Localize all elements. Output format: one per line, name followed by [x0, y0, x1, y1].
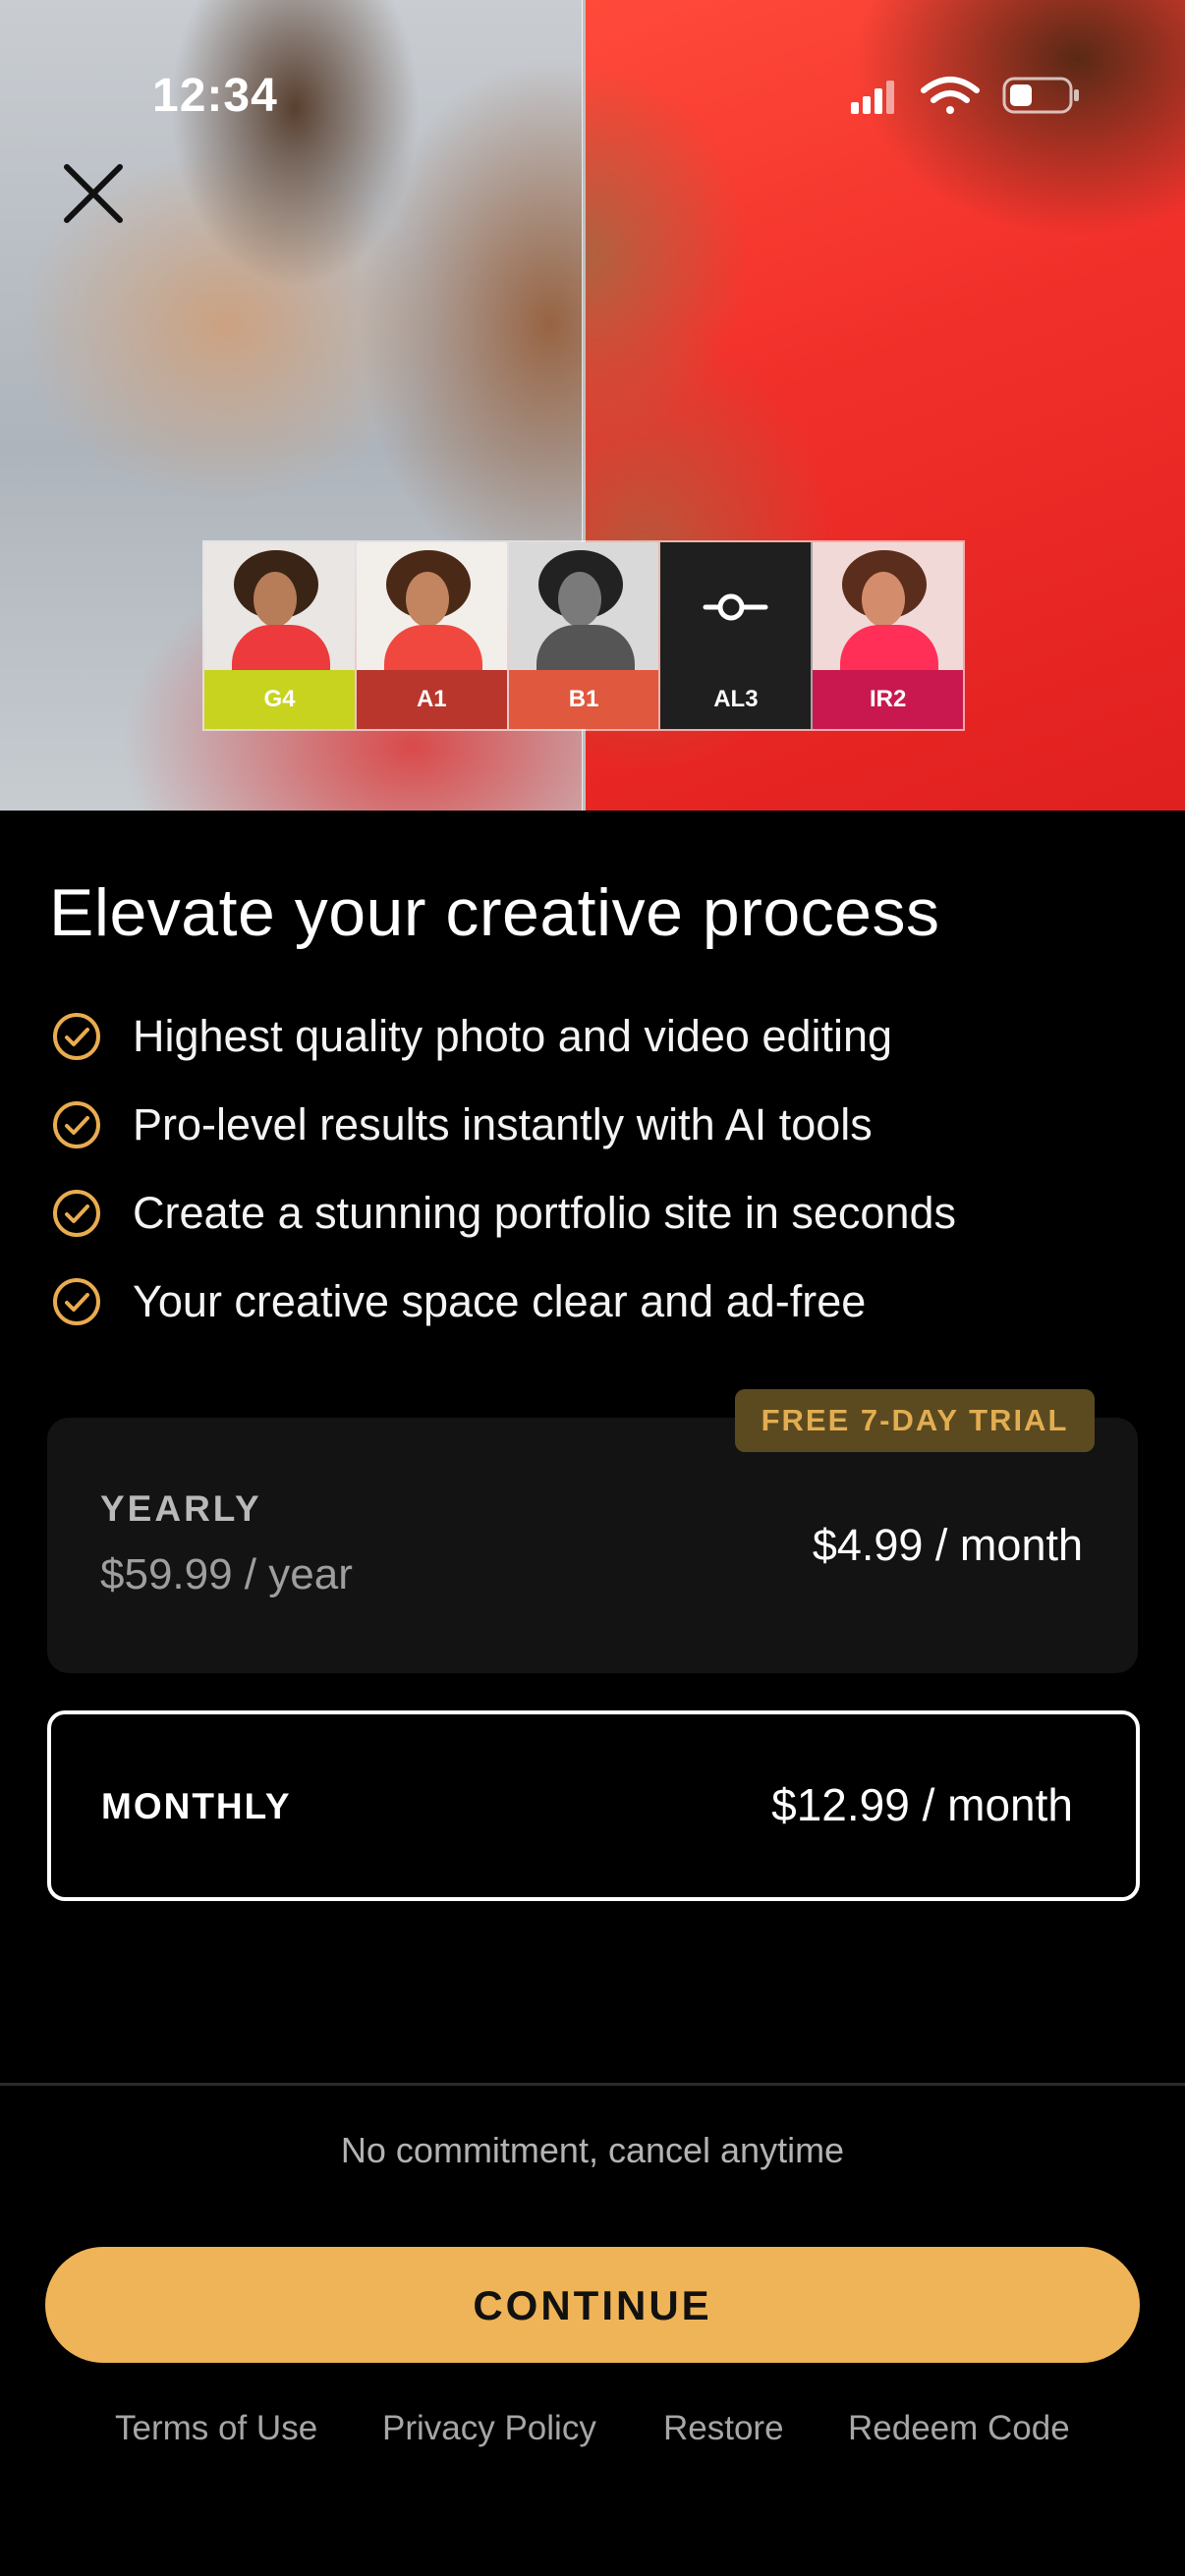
- preset-label: AL3: [660, 670, 812, 729]
- feature-item: Pro-level results instantly with AI tool…: [51, 1081, 956, 1169]
- preset-ir2[interactable]: IR2: [813, 542, 963, 729]
- plan-price-yearly: $4.99 / month: [812, 1520, 1083, 1570]
- preset-thumbnail: [813, 542, 963, 684]
- footer-links: Terms of Use Privacy Policy Restore Rede…: [0, 2409, 1185, 2468]
- feature-item: Highest quality photo and video editing: [51, 992, 956, 1081]
- feature-item: Your creative space clear and ad-free: [51, 1258, 956, 1346]
- preset-thumbnail: [508, 542, 659, 684]
- check-circle-icon: [53, 1013, 100, 1060]
- redeem-code-link[interactable]: Redeem Code: [848, 2409, 1070, 2448]
- terms-link[interactable]: Terms of Use: [115, 2409, 317, 2448]
- preset-thumbnail: [204, 542, 355, 684]
- wifi-icon: [921, 77, 980, 114]
- plan-title-yearly: YEARLY: [100, 1488, 262, 1529]
- preset-label: B1: [508, 670, 659, 729]
- preset-a1[interactable]: A1: [356, 542, 509, 729]
- hero-image: 12:34 G4 A1 B1 AL3 IR2: [0, 0, 1185, 811]
- feature-text: Your creative space clear and ad-free: [133, 1276, 867, 1326]
- check-circle-icon: [53, 1278, 100, 1325]
- check-circle-icon: [53, 1190, 100, 1237]
- close-icon: [64, 164, 123, 223]
- preset-strip: G4 A1 B1 AL3 IR2: [202, 540, 965, 731]
- preset-label: A1: [356, 670, 507, 729]
- plan-title-monthly: MONTHLY: [101, 1786, 292, 1826]
- page-title: Elevate your creative process: [49, 875, 940, 950]
- feature-list: Highest quality photo and video editing …: [51, 992, 956, 1346]
- free-trial-badge: FREE 7-DAY TRIAL: [735, 1389, 1095, 1452]
- continue-button[interactable]: CONTINUE: [45, 2247, 1140, 2363]
- restore-link[interactable]: Restore: [663, 2409, 784, 2448]
- adjust-slider-icon: [703, 593, 768, 621]
- commitment-note: No commitment, cancel anytime: [340, 2130, 845, 2170]
- close-button[interactable]: [57, 157, 130, 230]
- feature-item: Create a stunning portfolio site in seco…: [51, 1169, 956, 1258]
- check-circle-icon: [53, 1101, 100, 1148]
- feature-text: Create a stunning portfolio site in seco…: [133, 1188, 956, 1238]
- preset-b1[interactable]: B1: [508, 542, 661, 729]
- preset-al3[interactable]: AL3: [660, 542, 814, 729]
- feature-text: Highest quality photo and video editing: [133, 1011, 893, 1061]
- preset-thumbnail: [660, 542, 812, 670]
- preset-g4[interactable]: G4: [204, 542, 357, 729]
- plan-price-monthly: $12.99 / month: [771, 1779, 1073, 1830]
- signal-icon: [851, 81, 894, 114]
- preset-label: IR2: [813, 670, 963, 729]
- preset-thumbnail: [356, 542, 507, 684]
- status-icons: [851, 77, 1079, 114]
- plan-subtitle-yearly: $59.99 / year: [100, 1550, 353, 1598]
- divider: [0, 2083, 1185, 2086]
- feature-text: Pro-level results instantly with AI tool…: [133, 1099, 873, 1149]
- battery-icon: [1002, 77, 1079, 114]
- status-time: 12:34: [152, 70, 278, 122]
- preset-label: G4: [204, 670, 355, 729]
- privacy-link[interactable]: Privacy Policy: [382, 2409, 596, 2448]
